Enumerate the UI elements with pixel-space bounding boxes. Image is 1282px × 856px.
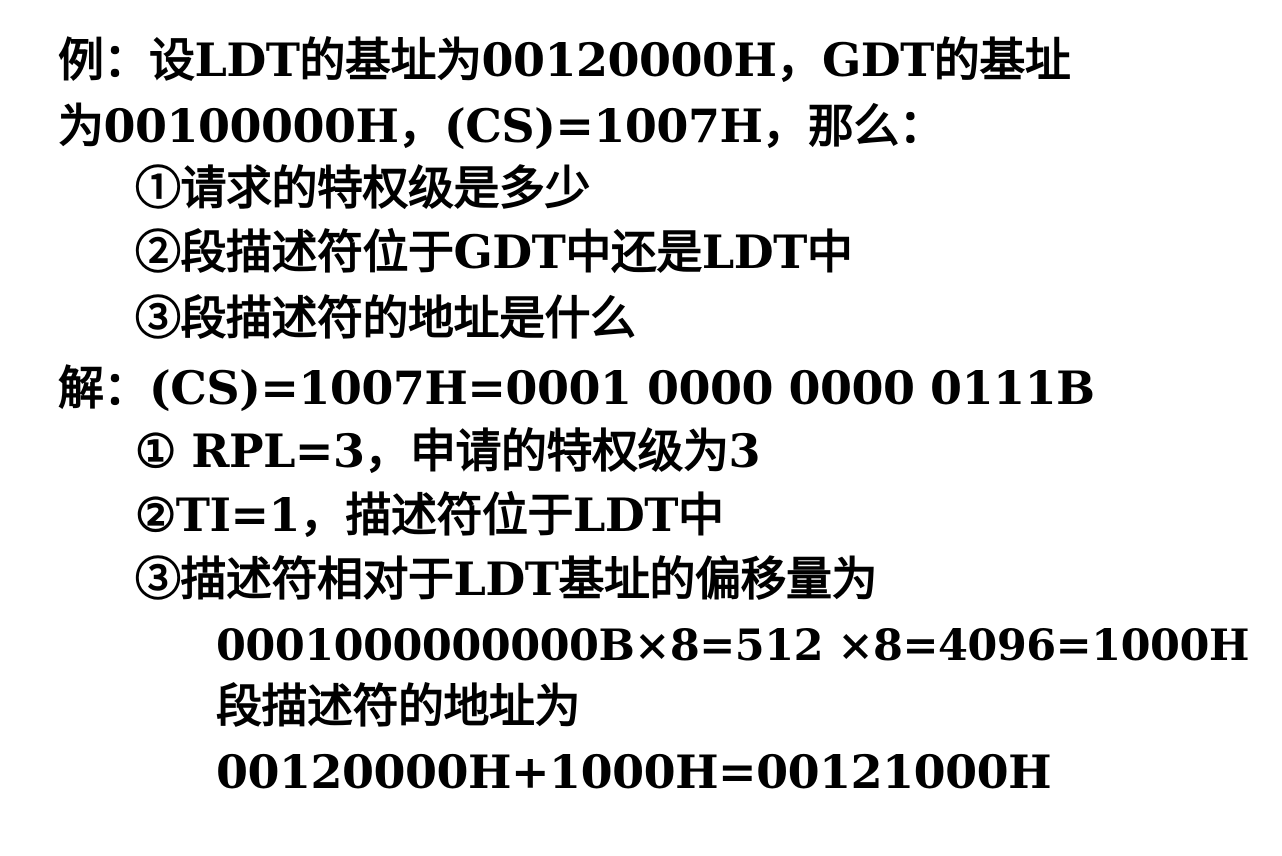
slide: 例：设LDT的基址为00120000H，GDT的基址 为00100000H，(C… <box>0 0 1282 856</box>
question-3: ③段描述符的地址是什么 <box>135 291 636 345</box>
question-2: ②段描述符位于GDT中还是LDT中 <box>135 225 853 279</box>
offset-calculation: 0001000000000B×8=512 ×8=4096=1000H <box>216 621 1250 671</box>
descriptor-address-calculation: 00120000H+1000H=00121000H <box>216 745 1052 799</box>
descriptor-address-label: 段描述符的地址为 <box>216 679 581 733</box>
answer-2: ②TI=1，描述符位于LDT中 <box>135 488 724 542</box>
solution-line: 解：(CS)=1007H=0001 0000 0000 0111B <box>58 361 1095 415</box>
answer-1: ① RPL=3，申请的特权级为3 <box>135 424 760 478</box>
answer-3: ③描述符相对于LDT基址的偏移量为 <box>135 552 877 606</box>
question-1: ①请求的特权级是多少 <box>135 161 591 215</box>
example-line-1: 例：设LDT的基址为00120000H，GDT的基址 <box>58 33 1071 87</box>
example-line-2: 为00100000H，(CS)=1007H，那么： <box>58 99 945 153</box>
